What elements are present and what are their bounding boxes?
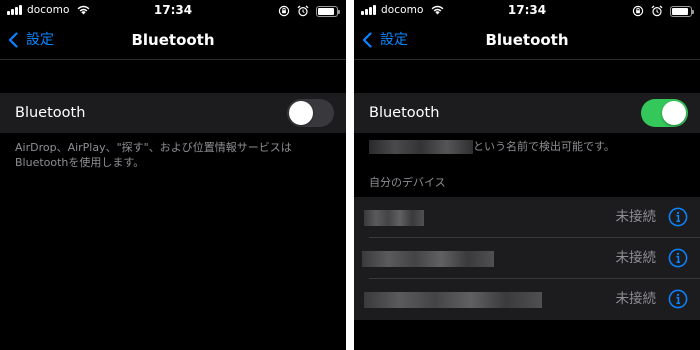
- device-status: 未接続: [615, 291, 657, 307]
- bluetooth-toggle[interactable]: [287, 99, 334, 127]
- list-item[interactable]: 未接続: [354, 238, 700, 279]
- page-title: Bluetooth: [485, 31, 569, 49]
- page-title: Bluetooth: [131, 31, 215, 49]
- info-icon[interactable]: [668, 207, 688, 227]
- list-item[interactable]: 未接続: [354, 279, 700, 320]
- toggle-knob: [662, 101, 686, 125]
- list-item[interactable]: 未接続: [354, 197, 700, 238]
- discoverable-text: という名前で検出可能です。: [473, 140, 615, 153]
- redacted-device-name: [362, 251, 494, 267]
- status-bar: docomo 17:34: [0, 0, 346, 22]
- status-bar: docomo 17:34: [354, 0, 700, 22]
- redacted-device-name: [364, 292, 542, 308]
- toggle-knob: [289, 101, 313, 125]
- redacted-device-name: [369, 140, 473, 154]
- divider: [354, 59, 700, 60]
- screen-bluetooth-on: docomo 17:34 設定 Bluetooth Bluetooth という名…: [354, 0, 700, 350]
- my-devices-header: 自分のデバイス: [369, 176, 446, 189]
- bluetooth-label: Bluetooth: [369, 105, 440, 121]
- bluetooth-setting-row: Bluetooth: [0, 93, 346, 133]
- orientation-lock-icon: [632, 5, 644, 17]
- bluetooth-footnote: AirDrop、AirPlay、"探す"、および位置情報サービスはBluetoo…: [15, 141, 292, 169]
- info-icon[interactable]: [668, 289, 688, 309]
- navigation-bar: 設定 Bluetooth: [0, 22, 346, 58]
- battery-icon: [670, 5, 694, 17]
- device-status: 未接続: [615, 250, 657, 266]
- bluetooth-toggle[interactable]: [641, 99, 688, 127]
- bluetooth-setting-row: Bluetooth: [354, 93, 700, 133]
- divider: [0, 59, 346, 60]
- alarm-icon: [297, 5, 308, 17]
- device-list: 未接続 未接続 未接続: [354, 197, 700, 320]
- screen-bluetooth-off: docomo 17:34 設定 Bluetooth Bluetooth AirD…: [0, 0, 346, 350]
- device-status: 未接続: [615, 209, 657, 225]
- bluetooth-label: Bluetooth: [15, 105, 86, 121]
- redacted-device-name: [364, 210, 424, 226]
- discoverable-notice: という名前で検出可能です。: [369, 139, 690, 155]
- navigation-bar: 設定 Bluetooth: [354, 22, 700, 58]
- info-icon[interactable]: [668, 248, 688, 268]
- orientation-lock-icon: [278, 5, 290, 17]
- alarm-icon: [651, 5, 662, 17]
- battery-icon: [316, 5, 340, 17]
